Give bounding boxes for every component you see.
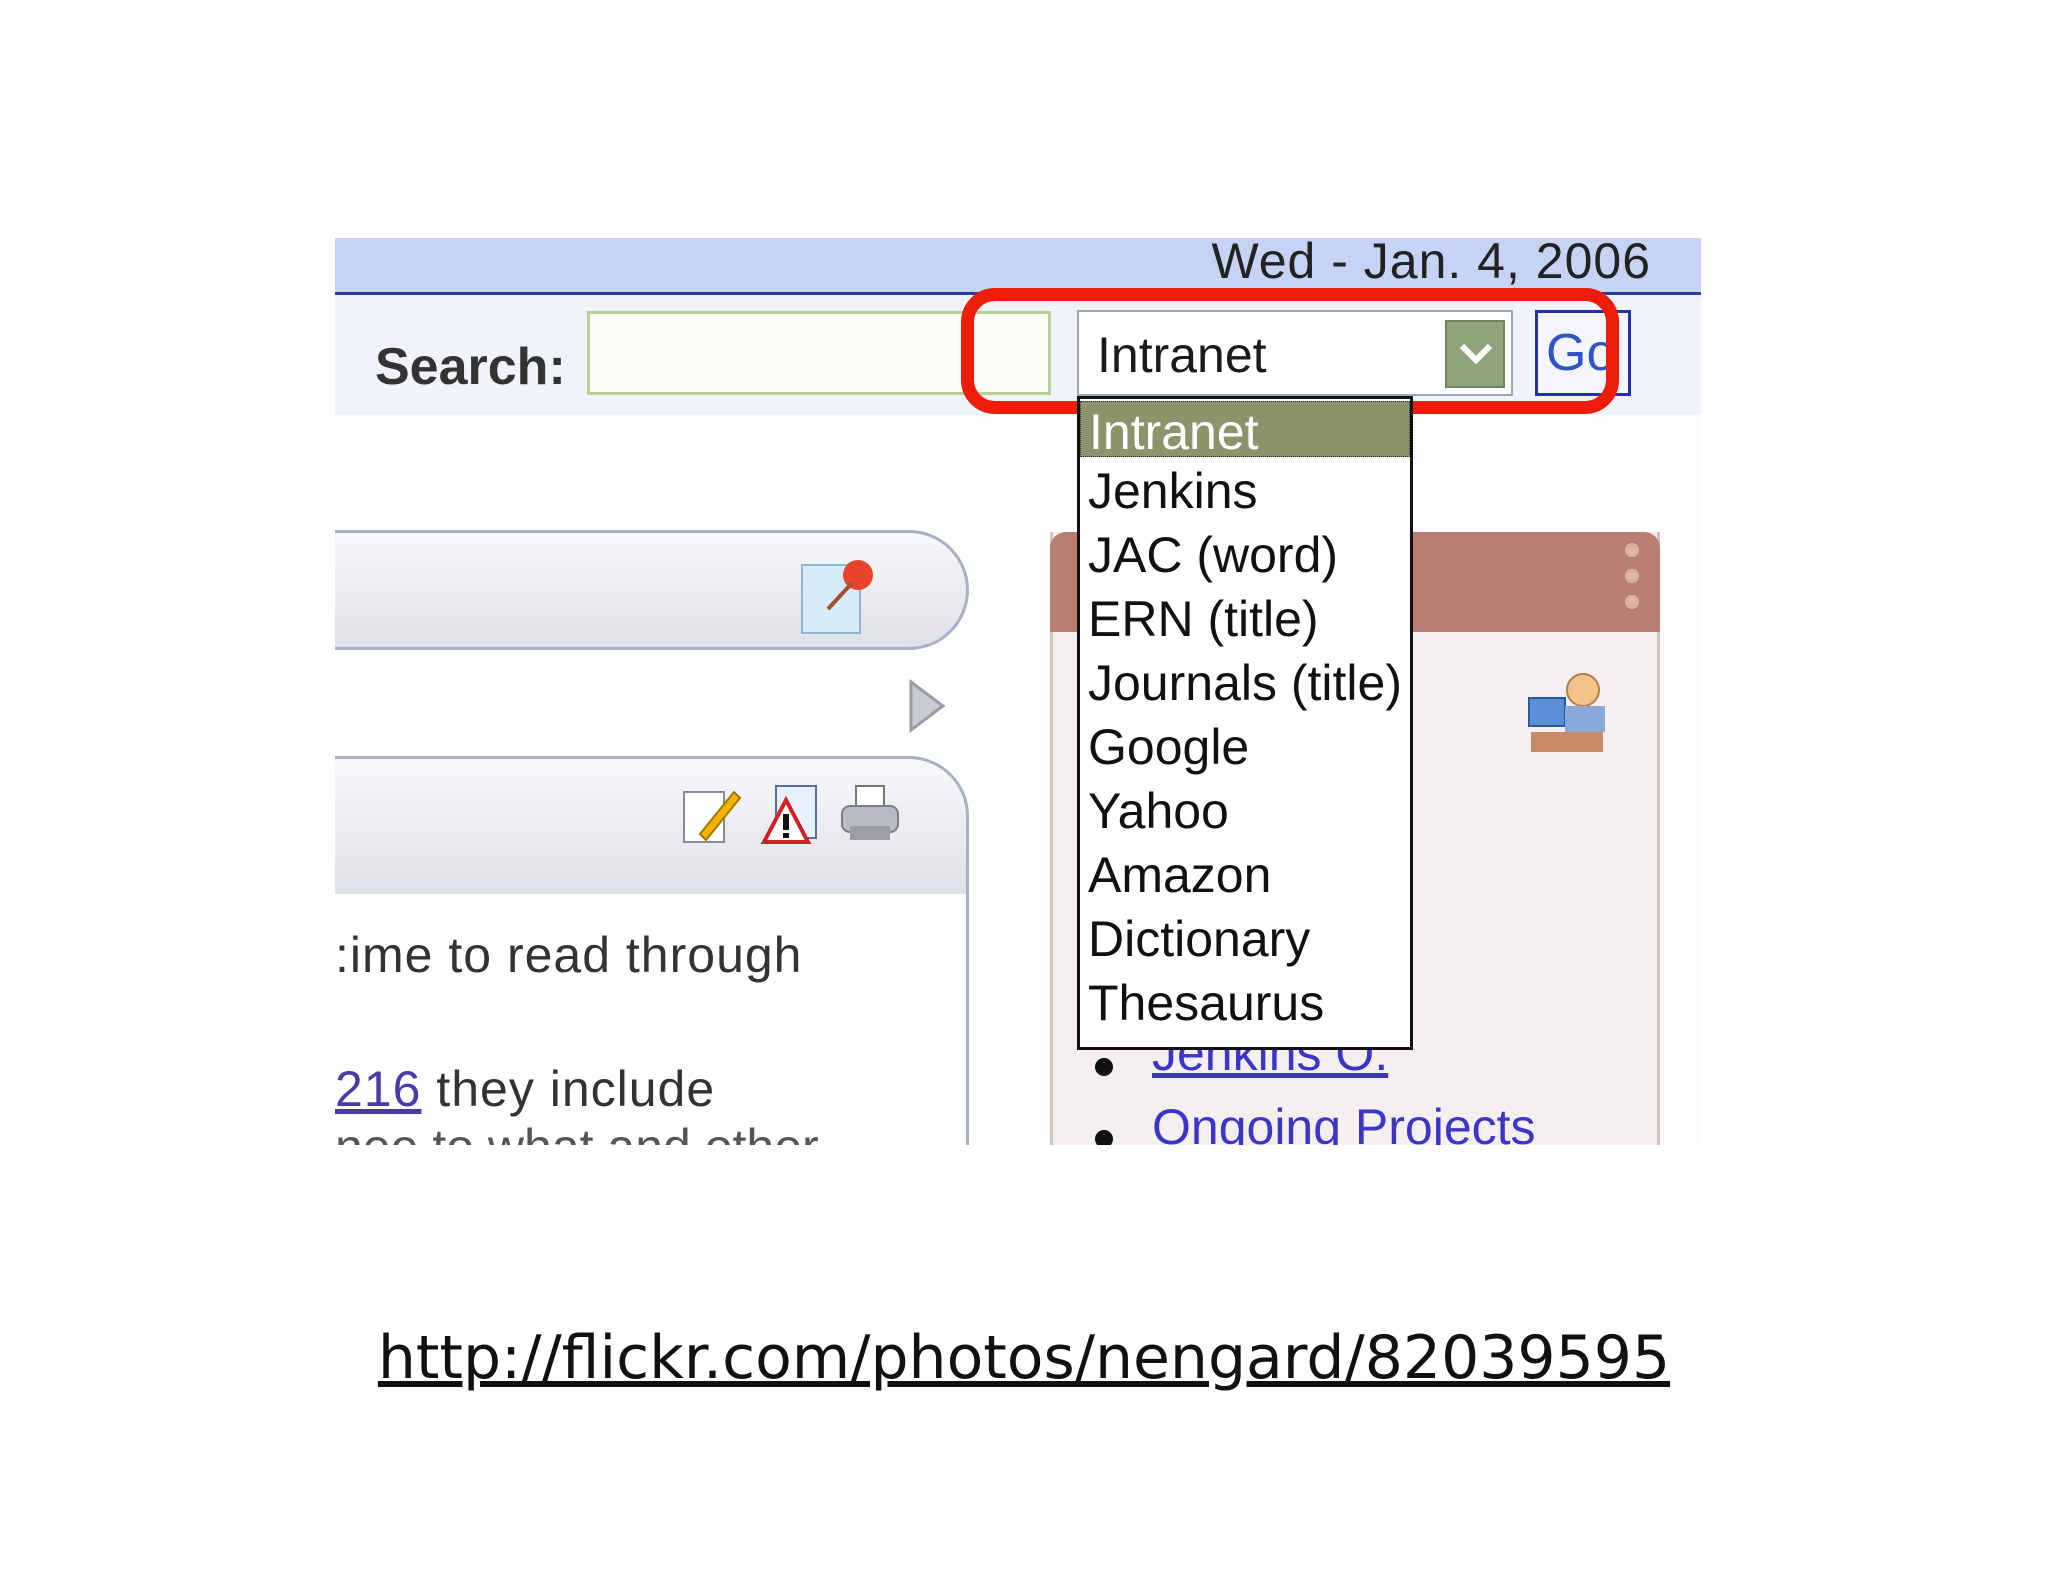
source-caption: http://flickr.com/photos/nengard/8203959… [0, 1323, 2048, 1393]
report-icon[interactable] [760, 782, 824, 846]
edit-icon[interactable] [680, 782, 744, 846]
print-icon[interactable] [838, 782, 902, 846]
content-line-2-text: they include [421, 1061, 716, 1117]
source-link[interactable]: http://flickr.com/photos/nengard/8203959… [378, 1323, 1670, 1393]
option-jac-word[interactable]: JAC (word) [1088, 525, 1338, 585]
right-link-2[interactable]: Ongoing Projects [1152, 1098, 1536, 1145]
people-icon [1528, 673, 1605, 752]
portlet-header-1 [335, 530, 969, 650]
option-journals-title[interactable]: Journals (title) [1088, 653, 1402, 713]
option-ern-title[interactable]: ERN (title) [1088, 589, 1319, 649]
screenshot-region: Wed - Jan. 4, 2006 Search: Intranet Go:… [335, 238, 1701, 1145]
date-bar: Wed - Jan. 4, 2006 [335, 238, 1701, 295]
bullet [1095, 1130, 1113, 1145]
current-date: Wed - Jan. 4, 2006 [1211, 238, 1651, 289]
option-thesaurus[interactable]: Thesaurus [1088, 973, 1324, 1033]
option-intranet[interactable]: Intranet [1080, 401, 1410, 460]
search-label: Search: [375, 338, 566, 396]
option-yahoo[interactable]: Yahoo [1088, 781, 1229, 841]
content-line-1: :ime to read through [335, 927, 803, 983]
content-link[interactable]: 216 [335, 1061, 421, 1117]
drag-handle[interactable] [1625, 543, 1645, 621]
content-line-3: nee to what and other [335, 1118, 819, 1145]
option-jenkins[interactable]: Jenkins [1088, 461, 1258, 521]
option-dictionary[interactable]: Dictionary [1088, 909, 1310, 969]
option-google[interactable]: Google [1088, 717, 1249, 777]
arrow-right-icon[interactable] [907, 678, 947, 734]
pushpin-icon[interactable] [798, 551, 884, 637]
search-scope-dropdown: Intranet Jenkins JAC (word) ERN (title) … [1077, 396, 1413, 1050]
content-line-2: 216 they include [335, 1060, 715, 1118]
bullet [1095, 1058, 1113, 1076]
option-amazon[interactable]: Amazon [1088, 845, 1271, 905]
